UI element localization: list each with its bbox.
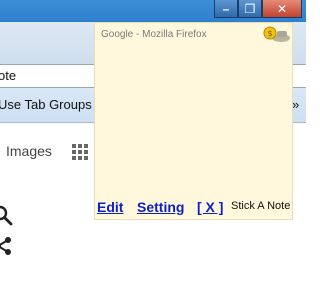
sticky-note-panel[interactable]: Google - Mozilla Firefox $ Edit Setting … [94,22,293,220]
images-tab[interactable]: Images [6,143,52,159]
share-icon[interactable] [0,235,14,257]
apps-grid-icon[interactable] [71,143,89,161]
minimize-button[interactable]: – [214,0,238,18]
edit-link[interactable]: Edit [97,199,123,215]
title-bar: – ❐ ✕ [0,0,306,22]
maximize-button[interactable]: ❐ [238,0,262,18]
setting-link[interactable]: Setting [137,199,184,215]
address-text: ote [0,68,17,83]
note-footer: Edit Setting [ X ] Stick A Note [95,199,294,217]
close-window-button[interactable]: ✕ [262,0,302,18]
close-note-link[interactable]: [ X ] [197,199,223,215]
bookmarks-overflow-button[interactable]: » [292,88,299,122]
brand-label: Stick A Note [231,200,291,212]
note-title: Google - Mozilla Firefox [101,29,207,40]
pin-icon[interactable]: $ [261,25,291,45]
window-controls: – ❐ ✕ [214,0,302,18]
bookmark-item[interactable]: Use Tab Groups to [0,88,106,122]
search-icon[interactable] [0,205,14,227]
svg-text:$: $ [267,29,272,38]
